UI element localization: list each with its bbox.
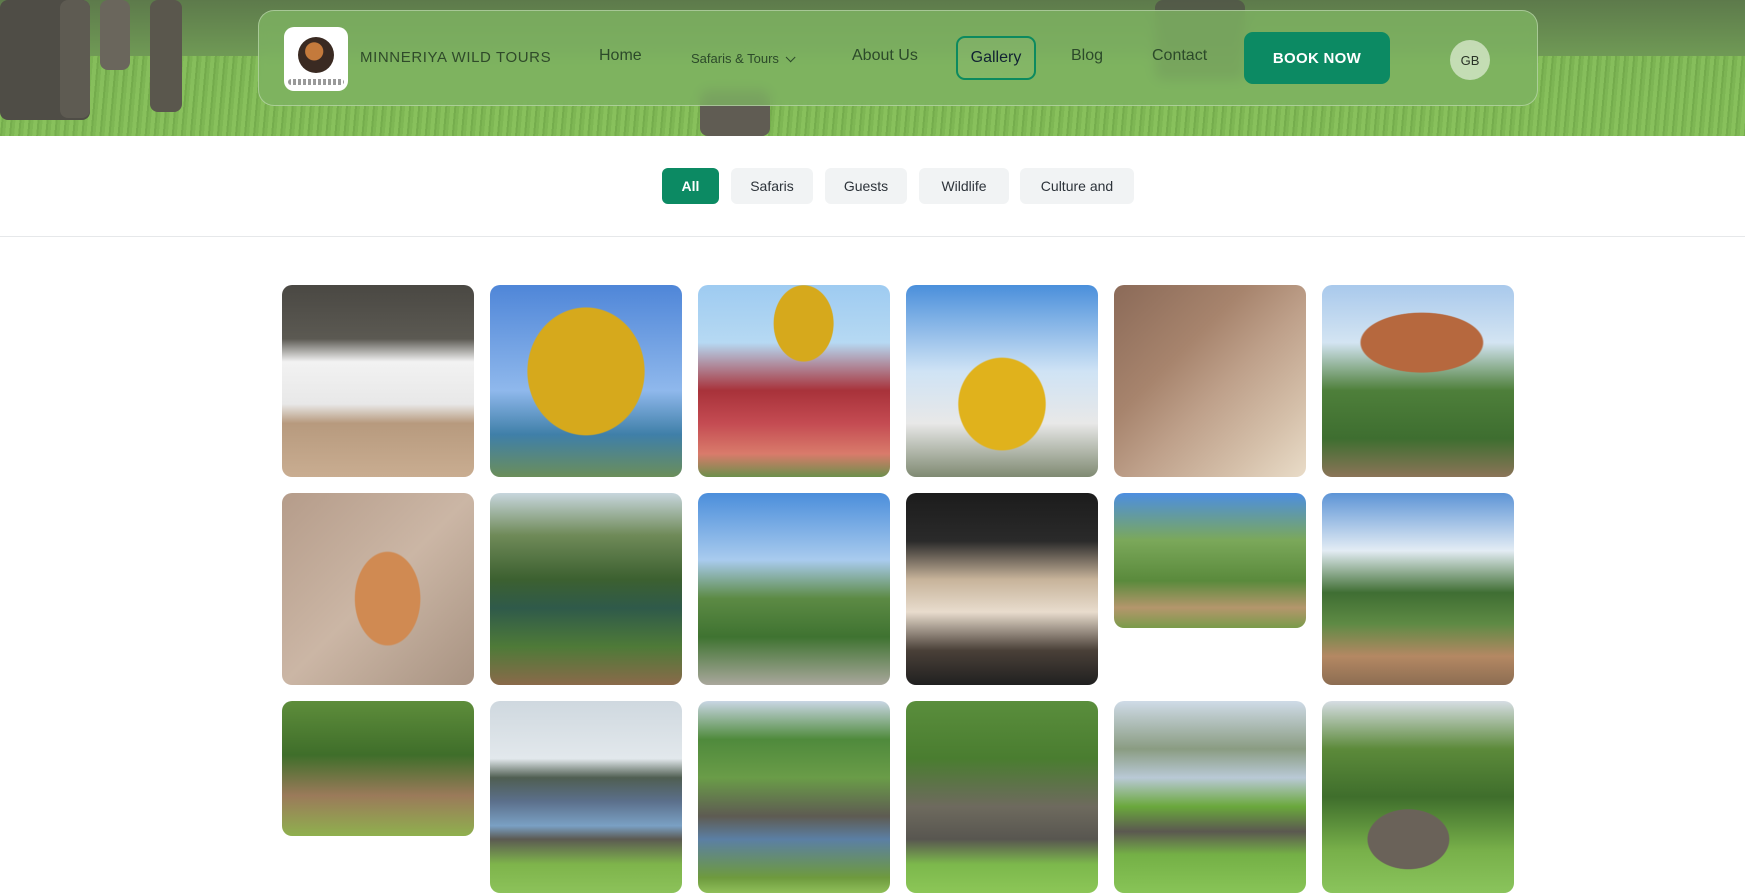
filter-wildlife[interactable]: Wildlife <box>919 168 1009 204</box>
photo-elephant-herd <box>906 701 1098 893</box>
photo-elephants-grassland <box>1114 701 1306 893</box>
photo-frescoes <box>282 493 474 685</box>
gallery-photo[interactable] <box>282 285 474 477</box>
hero-elephant-leg <box>100 0 130 70</box>
filter-all[interactable]: All <box>662 168 719 204</box>
gallery-photo[interactable] <box>1114 285 1306 477</box>
photo-lion-paws <box>1114 285 1306 477</box>
photo-ruins-trees <box>1114 493 1306 628</box>
brand-name[interactable]: MINNERIYA WILD TOURS <box>360 49 551 66</box>
nav-contact[interactable]: Contact <box>1152 47 1207 65</box>
photo-cave-temple <box>282 285 474 477</box>
gallery-photo[interactable] <box>698 493 890 685</box>
gallery-photo[interactable] <box>490 493 682 685</box>
nav-about-us[interactable]: About Us <box>852 47 918 65</box>
book-now-button[interactable]: BOOK NOW <box>1244 32 1390 84</box>
gallery-photo[interactable] <box>1322 285 1514 477</box>
hero-elephant-leg <box>60 0 90 118</box>
gallery-photo[interactable] <box>490 701 682 893</box>
gallery-photo[interactable] <box>1114 493 1306 628</box>
gallery-photo[interactable] <box>698 701 890 893</box>
filter-safaris[interactable]: Safaris <box>731 168 813 204</box>
gallery-photo[interactable] <box>906 701 1098 893</box>
top-navbar: MINNERIYA WILD TOURS Home Safaris & Tour… <box>258 10 1538 106</box>
logo-emblem-icon <box>298 37 334 73</box>
nav-blog[interactable]: Blog <box>1071 47 1103 65</box>
nav-home[interactable]: Home <box>599 47 642 65</box>
photo-elephant-family <box>1322 701 1514 893</box>
photo-forest-ruins <box>282 701 474 836</box>
gallery-photo[interactable] <box>1322 701 1514 893</box>
gallery-photo[interactable] <box>1114 701 1306 893</box>
gallery-photo[interactable] <box>906 285 1098 477</box>
photo-sigiriya-gardens <box>1322 493 1514 685</box>
photo-guests-group <box>906 493 1098 685</box>
filter-culture[interactable]: Culture and <box>1020 168 1134 204</box>
photo-elephants-lake <box>490 701 682 893</box>
gallery-photo[interactable] <box>282 701 474 836</box>
photo-jungle-view <box>490 493 682 685</box>
gallery-filter-bar: All Safaris Guests Wildlife Culture and <box>0 136 1745 237</box>
brand-logo[interactable] <box>284 27 348 91</box>
photo-golden-stupa <box>906 285 1098 477</box>
photo-elephants-crossing <box>698 701 890 893</box>
photo-golden-buddha <box>490 285 682 477</box>
language-selector[interactable]: GB <box>1450 40 1490 80</box>
nav-safaris-label: Safaris & Tours <box>691 51 779 66</box>
photo-pidurangala-view <box>698 493 890 685</box>
photo-gallery <box>282 285 1518 893</box>
photo-golden-temple <box>698 285 890 477</box>
hero-elephant-leg <box>150 0 182 112</box>
gallery-photo[interactable] <box>1322 493 1514 685</box>
photo-sigiriya-rock <box>1322 285 1514 477</box>
gallery-photo[interactable] <box>906 493 1098 685</box>
gallery-photo[interactable] <box>282 493 474 685</box>
logo-script <box>288 79 344 85</box>
gallery-photo[interactable] <box>490 285 682 477</box>
nav-gallery[interactable]: Gallery <box>956 36 1036 80</box>
gallery-photo[interactable] <box>698 285 890 477</box>
filter-guests[interactable]: Guests <box>825 168 907 204</box>
nav-safaris-tours[interactable]: Safaris & Tours <box>691 51 796 66</box>
chevron-down-icon <box>785 52 796 63</box>
